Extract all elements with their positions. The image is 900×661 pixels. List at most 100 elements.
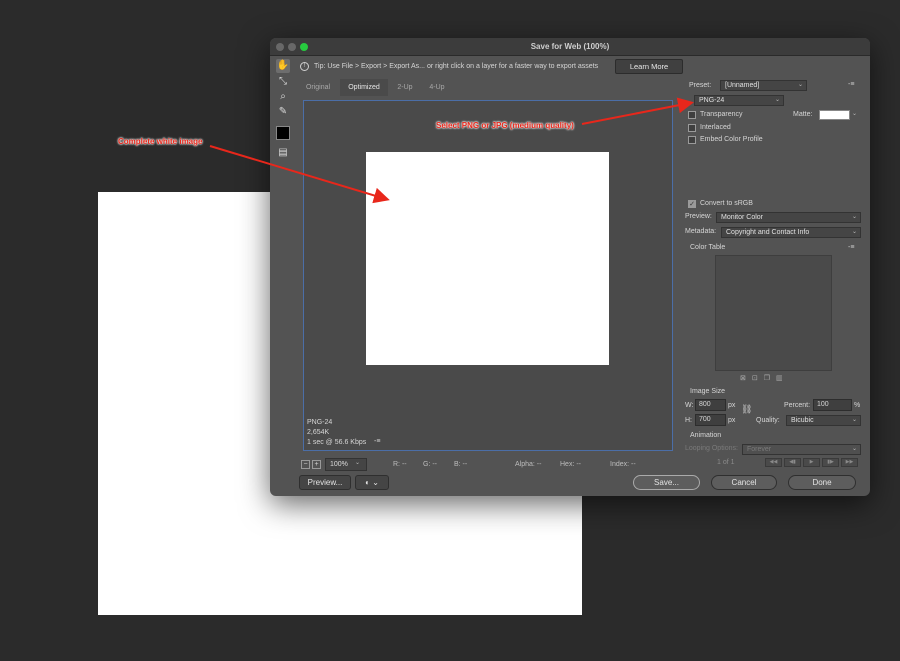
play-button: ▶ (803, 458, 820, 467)
embed-color-profile-label: Embed Color Profile (700, 136, 763, 143)
matte-label: Matte: (793, 111, 813, 118)
red-readout: R: -- (393, 461, 407, 468)
last-frame-button: ▶▶ (841, 458, 858, 467)
info-icon: ! (300, 62, 309, 71)
view-tabs: Original Optimized 2-Up 4-Up (298, 79, 673, 96)
cancel-button[interactable]: Cancel (711, 475, 777, 490)
chevron-down-icon: ⌄ (372, 478, 379, 487)
interlaced-checkbox[interactable] (688, 124, 696, 132)
download-speed-info: 1 sec @ 56.6 Kbps (307, 439, 367, 446)
resample-quality-select[interactable]: Bicubic ⌄ (786, 415, 861, 426)
learn-more-button[interactable]: Learn More (615, 59, 683, 74)
new-color-icon[interactable]: ❐ (764, 375, 776, 382)
preview-in-browser-button[interactable]: Preview... (299, 475, 351, 490)
preview-value: Monitor Color (721, 214, 764, 221)
height-label: H: (685, 417, 692, 424)
transparency-checkbox[interactable] (688, 111, 696, 119)
chevron-down-icon: ⌄ (774, 97, 780, 103)
chevron-down-icon: ⌄ (797, 82, 803, 88)
percent-input[interactable]: 100 (813, 399, 852, 411)
height-unit: px (728, 417, 736, 424)
preview-image (366, 152, 609, 365)
preset-menu-icon[interactable]: -≡ (848, 81, 854, 88)
convert-srgb-checkbox[interactable]: ✓ (688, 200, 696, 208)
optimized-preview-pane[interactable]: PNG-24 2,654K 1 sec @ 56.6 Kbps -≡ (303, 100, 673, 451)
hex-readout: Hex: -- (560, 461, 581, 468)
width-unit: px (728, 402, 736, 409)
frame-counter: 1 of 1 (717, 459, 735, 466)
looping-options-label: Looping Options: (685, 445, 738, 452)
transparency-label: Transparency (700, 111, 743, 118)
browser-select-button[interactable]: ◐ ⌄ (355, 475, 389, 490)
save-for-web-dialog: Save for Web (100%) ✋ ⤡ ⌕ ✎ ▤ ! Tip: Use… (270, 38, 870, 496)
eyedropper-color-icon[interactable] (276, 126, 290, 140)
tab-optimized[interactable]: Optimized (340, 79, 388, 96)
matte-color-swatch[interactable] (819, 110, 850, 120)
output-size-info: 2,654K (307, 429, 330, 436)
embed-color-profile-checkbox[interactable] (688, 136, 696, 144)
slice-select-icon[interactable]: ⤡ (276, 75, 290, 89)
metadata-select[interactable]: Copyright and Contact Info ⌄ (721, 227, 861, 238)
tip-bar: ! Tip: Use File > Export > Export As... … (298, 58, 870, 76)
metadata-label: Metadata: (685, 228, 717, 235)
preset-label: Preset: (689, 82, 712, 89)
zoom-icon[interactable]: ⌕ (276, 90, 290, 104)
quality-value: Bicubic (791, 417, 814, 424)
convert-srgb-label: Convert to sRGB (700, 200, 753, 207)
link-icon[interactable]: ⛓ (741, 404, 752, 415)
previous-frame-button: ◀▮ (784, 458, 801, 467)
height-input[interactable]: 700 (695, 414, 726, 426)
next-frame-button: ▮▶ (822, 458, 839, 467)
percent-label: Percent: (784, 402, 811, 409)
file-format-select[interactable]: PNG-24 ⌄ (694, 95, 784, 106)
looping-value: Forever (747, 446, 772, 453)
preview-menu-icon[interactable]: -≡ (374, 438, 380, 445)
preview-label: Preview: (685, 213, 712, 220)
looping-options-select: Forever ⌄ (742, 444, 861, 455)
lock-color-icon[interactable]: ⊡ (752, 375, 764, 382)
chevron-down-icon: ⌄ (851, 229, 857, 235)
eyedropper-icon[interactable]: ✎ (276, 105, 290, 119)
color-table-menu-icon[interactable]: -≡ (848, 244, 854, 251)
preset-value: [Unnamed] (725, 82, 760, 89)
tool-palette: ✋ ⤡ ⌕ ✎ ▤ (274, 58, 294, 162)
tip-text: Tip: Use File > Export > Export As... or… (314, 63, 599, 70)
percent-sign: % (854, 402, 861, 409)
metadata-value: Copyright and Contact Info (726, 229, 810, 236)
save-button[interactable]: Save... (633, 475, 700, 490)
chevron-down-icon[interactable]: ⌄ (852, 110, 857, 117)
chevron-down-icon: ⌄ (355, 460, 361, 466)
format-value: PNG-24 (699, 97, 725, 104)
chevron-down-icon: ⌄ (851, 417, 857, 423)
globe-icon: ◐ (365, 478, 370, 487)
chevron-down-icon: ⌄ (851, 214, 857, 220)
window-title: Save for Web (100%) (530, 42, 610, 51)
output-format-info: PNG-24 (307, 419, 333, 426)
color-table-panel (715, 255, 832, 371)
done-button[interactable]: Done (788, 475, 856, 490)
chevron-down-icon: ⌄ (851, 446, 857, 452)
web-snap-icon[interactable]: ⊠ (740, 375, 752, 382)
alpha-readout: Alpha: -- (515, 461, 542, 468)
green-readout: G: -- (423, 461, 437, 468)
blue-readout: B: -- (454, 461, 468, 468)
toggle-slices-icon[interactable]: ▤ (276, 146, 290, 160)
hand-icon[interactable]: ✋ (276, 59, 290, 73)
preview-color-select[interactable]: Monitor Color ⌄ (716, 212, 861, 223)
tab-2-up[interactable]: 2-Up (390, 79, 420, 96)
index-readout: Index: -- (610, 461, 636, 468)
tab-4-up[interactable]: 4-Up (422, 79, 452, 96)
preset-select[interactable]: [Unnamed] ⌄ (720, 80, 807, 91)
zoom-in-button[interactable]: + (312, 460, 321, 469)
color-table-actions: ⊠⊡❐▥ (740, 374, 789, 382)
trash-icon[interactable]: ▥ (776, 375, 789, 382)
interlaced-label: Interlaced (700, 124, 731, 131)
annotation-select-format: Select PNG or JPG (medium quality) (436, 121, 574, 130)
tab-original[interactable]: Original (298, 79, 338, 96)
quality-label: Quality: (756, 417, 780, 424)
title-bar: Save for Web (100%) (270, 38, 870, 56)
zoom-out-button[interactable]: − (301, 460, 310, 469)
zoom-level-select[interactable]: 100% (325, 458, 367, 471)
width-input[interactable]: 800 (695, 399, 726, 411)
first-frame-button: ◀◀ (765, 458, 782, 467)
